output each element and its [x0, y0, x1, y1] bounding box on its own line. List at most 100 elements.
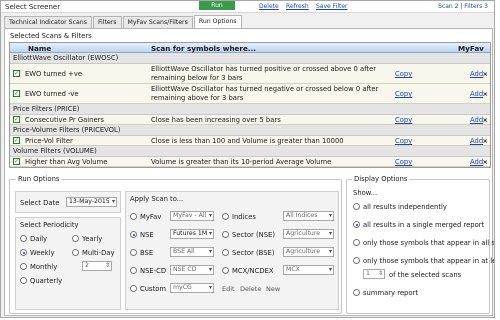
copy-link[interactable]: Copy — [395, 137, 412, 145]
remove-icon[interactable]: × — [483, 70, 488, 78]
multi-day-spinner[interactable]: 2 — [82, 261, 112, 271]
sector-bse-label: Sector (BSE) — [232, 249, 275, 257]
tab-myfav-scans-filters[interactable]: MyFav Scans/Filters — [122, 16, 193, 28]
run-button[interactable]: Run — [199, 1, 235, 10]
add-myfav-link[interactable]: Add — [470, 116, 483, 124]
summary-report-label: summary report — [363, 289, 418, 297]
scan-description: ElliottWave Oscillator has turned positi… — [151, 65, 377, 82]
mcx-ncdex-label: MCX/NCDEX — [232, 267, 274, 275]
show-at-least-label: only those symbols that appear in at lea… — [363, 257, 495, 265]
custom-select[interactable]: myCG — [170, 283, 214, 293]
select-date-box: Select Date 13-May-2015 — [15, 191, 121, 213]
scan-name: EWO turned -ve — [25, 90, 79, 98]
quarterly-radio[interactable] — [20, 277, 27, 284]
add-myfav-link[interactable]: Add — [470, 158, 483, 166]
show-at-least-radio[interactable] — [353, 257, 360, 264]
bse-select[interactable]: BSE All — [170, 247, 214, 257]
myfav-label: MyFav — [140, 213, 162, 221]
group-header-price[interactable]: Price Filters (PRICE) — [10, 104, 490, 115]
group-header-pricevol[interactable]: Price-Volume Filters (PRICEVOL) — [10, 125, 490, 136]
weekly-label: Weekly — [30, 249, 55, 257]
tab-technical-indicator-scans[interactable]: Technical Indicator Scans — [4, 16, 92, 28]
sector-nse-select[interactable]: Agriculture — [283, 229, 334, 239]
yearly-radio[interactable] — [72, 235, 79, 242]
multi-day-radio[interactable] — [72, 249, 79, 256]
row-checkbox[interactable]: ✓ — [13, 90, 20, 97]
copy-link[interactable]: Copy — [395, 90, 412, 98]
copy-link[interactable]: Copy — [395, 116, 412, 124]
grid-header: Name Scan for symbols where... MyFav — [10, 43, 490, 53]
custom-delete-link[interactable]: Delete — [240, 285, 261, 293]
nse-radio[interactable] — [130, 231, 137, 238]
group-header-ewosc[interactable]: ElliottWave Oscillator (EWOSC) — [10, 53, 490, 64]
monthly-label: Monthly — [30, 263, 58, 271]
custom-radio[interactable] — [130, 285, 137, 292]
summary-report-radio[interactable] — [353, 289, 360, 296]
scan-description: Close is less than 100 and Volume is gre… — [151, 137, 344, 145]
myfav-radio[interactable] — [130, 213, 137, 220]
scan-description: ElliottWave Oscillator has turned negati… — [151, 85, 379, 102]
group-header-volume[interactable]: Volume Filters (VOLUME) — [10, 146, 490, 157]
remove-icon[interactable]: × — [483, 137, 488, 145]
remove-icon[interactable]: × — [483, 116, 488, 124]
sector-nse-radio[interactable] — [222, 231, 229, 238]
name-column-header[interactable]: Name — [28, 44, 51, 53]
custom-edit-link[interactable]: Edit — [222, 285, 235, 293]
display-options-group: Display Options Show... all results inde… — [346, 175, 494, 314]
indices-radio[interactable] — [222, 213, 229, 220]
tab-filters[interactable]: Filters — [92, 16, 122, 28]
table-row[interactable]: ✓ Consecutive Pr Gainers Close has been … — [10, 115, 490, 125]
remove-icon[interactable]: × — [483, 90, 488, 98]
nse-cd-select[interactable]: NSE CD — [170, 265, 214, 275]
add-myfav-link[interactable]: Add — [470, 137, 483, 145]
monthly-radio[interactable] — [20, 263, 27, 270]
bse-radio[interactable] — [130, 249, 137, 256]
row-checkbox[interactable]: ✓ — [13, 158, 20, 165]
yearly-label: Yearly — [82, 235, 103, 243]
add-myfav-link[interactable]: Add — [470, 90, 483, 98]
show-merged-radio[interactable] — [353, 221, 360, 228]
scan-name: Consecutive Pr Gainers — [25, 116, 104, 124]
tab-run-options[interactable]: Run Options — [193, 15, 242, 28]
multi-day-label: Multi-Day — [82, 249, 115, 257]
scan-name: Price-Vol Filter — [25, 137, 73, 145]
show-independent-radio[interactable] — [353, 203, 360, 210]
scan-name: Higher than Avg Volume — [25, 158, 108, 166]
table-row[interactable]: ✓ Higher than Avg Volume Volume is great… — [10, 157, 490, 167]
row-checkbox[interactable]: ✓ — [13, 137, 20, 144]
mcx-ncdex-select[interactable]: MCX — [283, 265, 334, 275]
indices-select[interactable]: All Indices — [283, 211, 334, 221]
nse-select[interactable]: Futures 1M — [170, 229, 214, 239]
add-myfav-link[interactable]: Add — [470, 70, 483, 78]
table-row[interactable]: ✓ EWO turned -ve ElliottWave Oscillator … — [10, 84, 490, 104]
weekly-radio[interactable] — [20, 249, 27, 256]
show-all-scans-radio[interactable] — [353, 239, 360, 246]
save-filter-link[interactable]: Save Filter — [316, 3, 348, 10]
table-row[interactable]: ✓ EWO turned +ve ElliottWave Oscillator … — [10, 64, 490, 84]
apply-scan-box: Apply Scan to... MyFav MyFav - All NSE F… — [125, 191, 339, 310]
sector-bse-select[interactable]: Agriculture — [283, 247, 334, 257]
myfav-select[interactable]: MyFav - All — [170, 211, 214, 221]
refresh-link[interactable]: Refresh — [286, 3, 309, 10]
delete-link[interactable]: Delete — [259, 3, 279, 10]
row-checkbox[interactable]: ✓ — [13, 70, 20, 77]
row-checkbox[interactable]: ✓ — [13, 116, 20, 123]
remove-icon[interactable]: × — [483, 158, 488, 166]
date-picker[interactable]: 13-May-2015 — [66, 197, 117, 207]
myfav-column-header[interactable]: MyFav — [458, 44, 484, 53]
nse-cd-label: NSE-CD — [140, 267, 167, 275]
sector-bse-radio[interactable] — [222, 249, 229, 256]
table-row[interactable]: ✓ Price-Vol Filter Close is less than 10… — [10, 136, 490, 146]
show-label: Show... — [353, 189, 378, 197]
mcx-ncdex-radio[interactable] — [222, 267, 229, 274]
at-least-spinner[interactable]: 1 — [363, 269, 385, 279]
daily-radio[interactable] — [20, 235, 27, 242]
copy-link[interactable]: Copy — [395, 158, 412, 166]
copy-link[interactable]: Copy — [395, 70, 412, 78]
daily-label: Daily — [30, 235, 48, 243]
custom-new-link[interactable]: New — [266, 285, 280, 293]
scan-column-header[interactable]: Scan for symbols where... — [151, 44, 256, 53]
nse-cd-radio[interactable] — [130, 267, 137, 274]
tab-strip: Technical Indicator Scans Filters MyFav … — [4, 15, 243, 28]
show-independent-label: all results independently — [363, 203, 447, 211]
